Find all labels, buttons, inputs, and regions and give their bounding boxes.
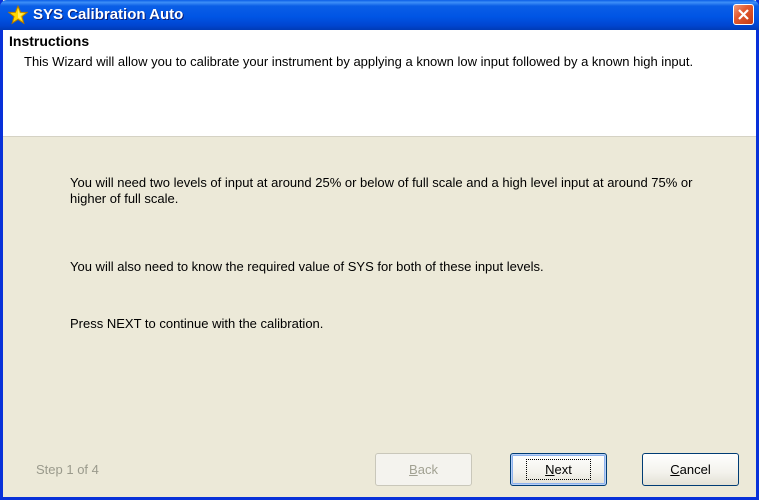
step-indicator: Step 1 of 4 [36,462,99,477]
wizard-window: SYS Calibration Auto Instructions This W… [0,0,759,500]
back-button-label: Back [409,462,438,477]
title-bar[interactable]: SYS Calibration Auto [0,0,759,30]
cancel-button[interactable]: Cancel [642,453,739,486]
header-title: Instructions [9,33,90,49]
back-button[interactable]: Back [375,453,472,486]
instruction-paragraph-3: Press NEXT to continue with the calibrat… [70,316,324,331]
star-icon [8,5,28,25]
close-button[interactable] [733,4,754,25]
cancel-button-label: Cancel [670,462,711,477]
window-title: SYS Calibration Auto [33,6,184,23]
instruction-paragraph-2: You will also need to know the required … [70,259,544,274]
instructions-header [3,30,756,137]
close-icon [738,9,749,20]
instruction-paragraph-1: You will need two levels of input at aro… [70,175,693,206]
next-button[interactable]: Next [510,453,607,486]
next-button-label: Next [526,459,591,480]
header-description: This Wizard will allow you to calibrate … [24,54,694,69]
